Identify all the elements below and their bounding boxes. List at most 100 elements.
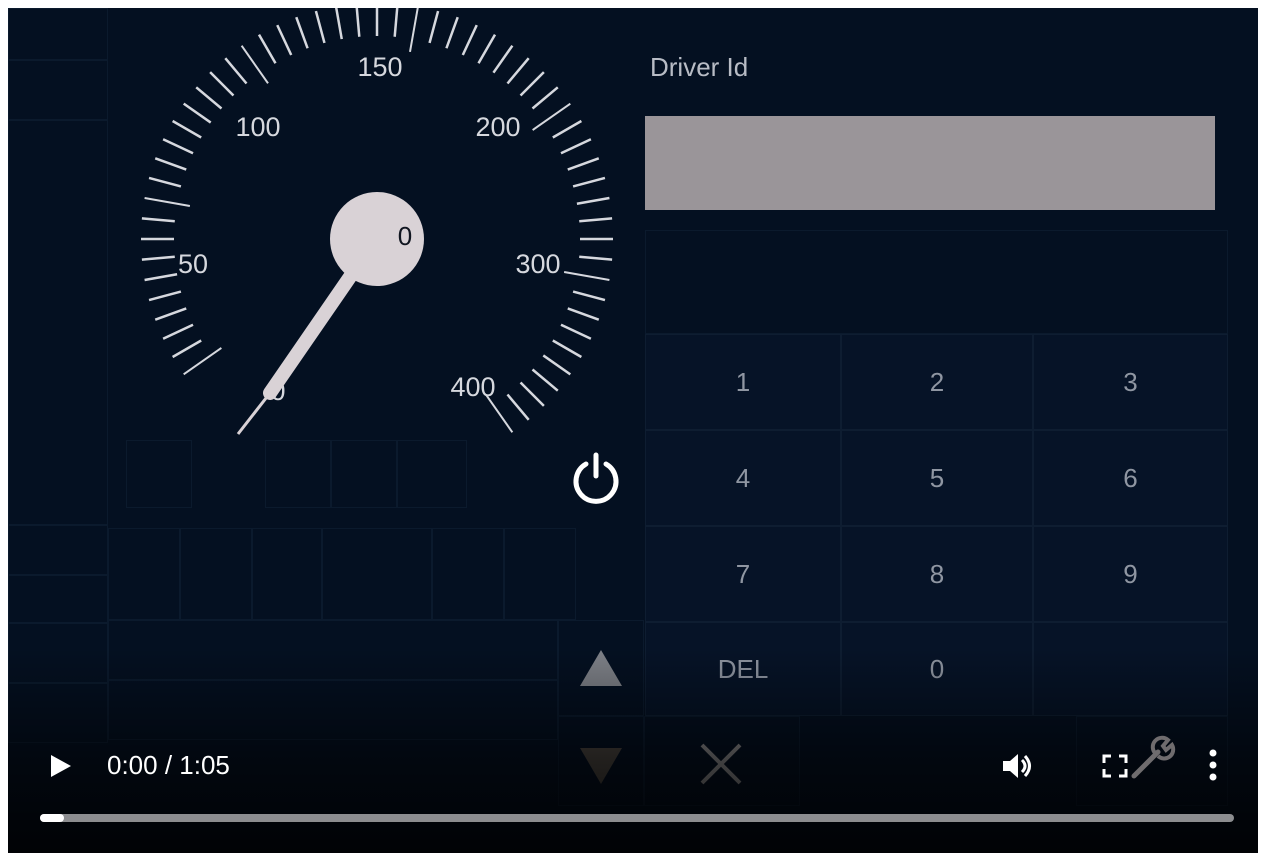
gauge-tick	[162, 323, 194, 340]
grid-cell	[645, 230, 1228, 334]
key-label: DEL	[717, 653, 769, 684]
gauge-tick	[428, 10, 440, 44]
key-label: 9	[1123, 558, 1138, 589]
gauge-tick	[154, 307, 187, 321]
grid-cell	[108, 620, 558, 680]
grid-cell	[8, 623, 108, 683]
gauge-tick	[144, 273, 178, 282]
key-label: 7	[735, 558, 751, 589]
tick-label-150: 150	[357, 52, 402, 82]
grid-cell	[331, 440, 397, 508]
keypad-key-1[interactable]: 1	[645, 334, 841, 430]
keypad-key-8[interactable]: 8	[841, 526, 1033, 622]
gauge-tick	[141, 255, 175, 261]
grid-cell	[8, 525, 108, 575]
key-label: 3	[1123, 366, 1138, 397]
gauge-tick	[542, 354, 572, 376]
grid-cell	[252, 528, 322, 620]
keypad-key-7[interactable]: 7	[645, 526, 841, 622]
close-icon[interactable]	[698, 741, 744, 787]
keypad-key-6[interactable]: 6	[1033, 430, 1228, 526]
gauge-tick	[154, 157, 187, 171]
gauge-tick	[579, 217, 613, 223]
gauge-tick	[560, 138, 592, 155]
gauge-tick	[567, 157, 600, 171]
gauge-tick	[257, 33, 277, 64]
gauge-tick	[148, 290, 182, 302]
grid-cell	[108, 528, 180, 620]
gauge-tick	[144, 197, 191, 207]
gauge-tick	[552, 339, 583, 359]
key-label: 2	[929, 366, 945, 397]
gauge-tick	[148, 176, 182, 188]
gauge-tick	[171, 119, 202, 139]
gauge-tick	[224, 57, 248, 85]
gauge-tick	[393, 8, 399, 37]
triangle-up-icon[interactable]	[578, 648, 624, 688]
gauge-tick	[355, 8, 361, 37]
driver-id-label: Driver Id	[650, 52, 749, 82]
gauge-tick	[182, 102, 212, 124]
tick-label-50: 50	[178, 249, 208, 279]
gauge-tick	[141, 217, 175, 223]
gauge-tick	[506, 57, 530, 85]
triangle-down-icon[interactable]	[578, 746, 624, 786]
key-label: 0	[929, 653, 945, 684]
gauge-tick	[445, 16, 459, 49]
wrench-icon[interactable]	[1128, 734, 1176, 780]
video-progress-fill	[40, 814, 64, 822]
grid-cell	[322, 528, 432, 620]
tick-label-400: 400	[450, 372, 495, 402]
grid-cell	[8, 575, 108, 623]
gauge-tick	[531, 86, 559, 110]
gauge-tick	[531, 368, 559, 392]
gauge-tick	[567, 307, 600, 321]
gauge-tick	[409, 8, 419, 53]
keypad-key-9[interactable]: 9	[1033, 526, 1228, 622]
grid-cell	[504, 528, 576, 620]
gauge-tick	[532, 102, 571, 131]
play-icon[interactable]	[48, 752, 74, 780]
gauge-tick	[572, 290, 606, 302]
grid-cell	[265, 440, 331, 508]
digital-speed-readout: 0	[398, 221, 412, 251]
key-label: 5	[929, 462, 945, 493]
gauge-tick	[276, 24, 293, 56]
driver-id-input[interactable]	[645, 116, 1215, 210]
keypad-key-3[interactable]: 3	[1033, 334, 1228, 430]
speedometer-gauge: 50 100 150 200 300 400 0 0	[141, 8, 613, 435]
keypad-key-5[interactable]: 5	[841, 430, 1033, 526]
gauge-tick	[209, 71, 235, 97]
gauge-needle-tip	[236, 392, 272, 435]
keypad-key-del[interactable]: DEL	[645, 622, 841, 716]
tick-label-100: 100	[235, 112, 280, 142]
key-label: 4	[735, 462, 751, 493]
keypad-key-4[interactable]: 4	[645, 430, 841, 526]
grid-cell	[432, 528, 504, 620]
power-icon[interactable]	[568, 450, 624, 506]
grid-cell	[8, 683, 108, 743]
volume-icon[interactable]	[1000, 750, 1036, 782]
gauge-tick	[461, 24, 478, 56]
keypad-key-0[interactable]: 0	[841, 622, 1033, 716]
gauge-tick	[314, 10, 326, 44]
gauge-tick	[576, 196, 610, 205]
gauge-tick	[492, 44, 514, 74]
tick-label-200: 200	[475, 112, 520, 142]
keypad-key-2[interactable]: 2	[841, 334, 1033, 430]
keypad-key-blank	[1033, 622, 1228, 716]
key-label: 6	[1123, 462, 1138, 493]
grid-cell	[108, 680, 558, 740]
gauge-tick	[506, 393, 530, 421]
grid-cell	[397, 440, 467, 508]
gauge-tick	[519, 381, 545, 407]
more-vertical-icon[interactable]	[1206, 748, 1220, 782]
gauge-tick	[195, 86, 223, 110]
gauge-tick	[295, 16, 309, 49]
fullscreen-icon[interactable]	[1102, 754, 1128, 778]
video-progress-bar[interactable]	[40, 814, 1234, 822]
key-label: 1	[735, 366, 751, 397]
gauge-tick	[477, 33, 497, 64]
gauge-tick	[240, 45, 269, 84]
gauge-needle	[263, 251, 370, 400]
